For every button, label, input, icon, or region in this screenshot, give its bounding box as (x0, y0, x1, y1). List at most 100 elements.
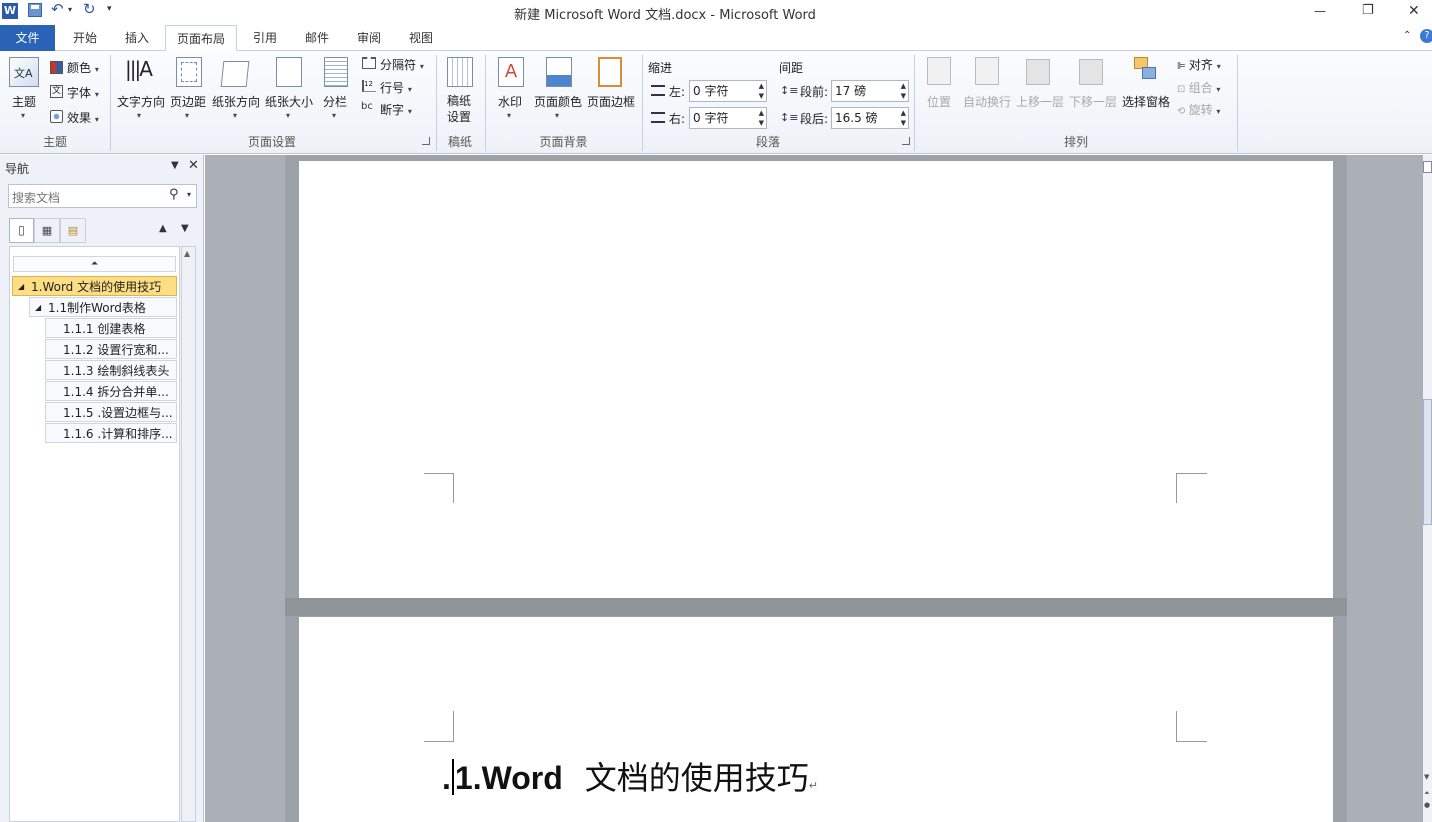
columns-dropdown-icon[interactable]: ▾ (332, 111, 336, 120)
tab-view[interactable]: 视图 (396, 25, 446, 51)
size-button[interactable]: 纸张大小 (265, 93, 313, 110)
selection-pane-button[interactable]: 选择窗格 (1122, 93, 1170, 110)
manuscript-icon (447, 57, 473, 87)
minimize-button[interactable]: — (1314, 4, 1326, 18)
bring-forward-icon (1026, 59, 1050, 85)
restore-button[interactable]: ❐ (1362, 3, 1374, 18)
undo-dropdown-icon[interactable]: ▾ (68, 5, 72, 14)
margins-dropdown-icon[interactable]: ▾ (185, 111, 189, 120)
tab-file[interactable]: 文件 (0, 25, 55, 51)
close-button[interactable]: ✕ (1408, 3, 1420, 19)
nav-tree-scrollbar[interactable]: ▲ (181, 246, 196, 822)
heading-node-1-1-4[interactable]: 1.1.4 拆分合并单... (45, 381, 177, 401)
paragraph-launcher-icon[interactable] (902, 137, 910, 145)
page-borders-button[interactable]: 页面边框 (587, 93, 635, 110)
orientation-button[interactable]: 纸张方向 (212, 93, 260, 110)
watermark-button[interactable]: 水印 (498, 93, 522, 110)
minimize-ribbon-icon[interactable]: ⌃ (1403, 30, 1411, 41)
nav-pane-title: 导航 (5, 162, 30, 176)
scroll-down-icon[interactable]: ▼ (1424, 773, 1429, 781)
word-app-icon[interactable]: W (2, 3, 18, 19)
indent-right-icon (651, 112, 665, 123)
position-button[interactable]: 位置 (927, 93, 951, 110)
document-heading[interactable]: . 1.Word 文档的使用技巧↵ (442, 753, 818, 799)
expand-triangle-icon[interactable]: ◢ (35, 298, 41, 316)
undo-icon[interactable]: ↶ (51, 0, 64, 18)
text-direction-dropdown-icon[interactable]: ▾ (137, 111, 141, 120)
indent-right-input[interactable]: 0 字符 ▲ ▼ (689, 107, 767, 129)
tab-review[interactable]: 审阅 (344, 25, 394, 51)
heading-node-1-1-1[interactable]: 1.1.1 创建表格 (45, 318, 177, 338)
effects-button[interactable]: 效果 ▾ (67, 109, 99, 126)
next-heading-icon[interactable]: ▼ (181, 223, 189, 234)
hyphenation-icon: bc (361, 101, 373, 112)
colors-button[interactable]: 颜色 ▾ (67, 59, 99, 76)
scroll-up-icon[interactable]: ▲ (184, 249, 190, 258)
heading-node-1-1-3[interactable]: 1.1.3 绘制斜线表头 (45, 360, 177, 380)
ruler-toggle-icon[interactable] (1423, 161, 1432, 173)
group-objects-button[interactable]: ⊡ 组合 ▾ (1177, 79, 1220, 96)
fonts-button[interactable]: 字体 ▾ (67, 84, 99, 101)
page-setup-launcher-icon[interactable] (422, 137, 430, 145)
heading-node-1-1-5[interactable]: 1.1.5 .设置边框与... (45, 402, 177, 422)
nav-tab-pages[interactable]: ▦ (34, 218, 60, 243)
wrap-text-button[interactable]: 自动换行 (963, 93, 1011, 110)
nav-pane-close-icon[interactable]: ✕ (188, 158, 199, 173)
size-dropdown-icon[interactable]: ▾ (286, 111, 290, 120)
expand-triangle-icon[interactable]: ◢ (18, 277, 24, 295)
themes-button[interactable]: 主题 (12, 93, 36, 110)
previous-heading-icon[interactable]: ▲ (159, 223, 167, 234)
page-color-button[interactable]: 页面颜色 (534, 93, 582, 110)
breaks-button[interactable]: 分隔符 ▾ (380, 56, 424, 73)
tab-mailings[interactable]: 邮件 (292, 25, 342, 51)
heading-node-1-1-2[interactable]: 1.1.2 设置行宽和... (45, 339, 177, 359)
spacing-after-input[interactable]: 16.5 磅 ▲ ▼ (831, 107, 909, 129)
spacing-before-input[interactable]: 17 磅 ▲ ▼ (831, 80, 909, 102)
margins-button[interactable]: 页边距 (170, 93, 206, 110)
page-1-crop-mark-left (424, 473, 454, 503)
watermark-icon: A (498, 57, 524, 87)
nav-search-input[interactable]: 搜索文档 ⚲ ▾ (8, 184, 197, 208)
redo-icon[interactable]: ↻ (83, 0, 96, 18)
rotate-button[interactable]: ⟲ 旋转 ▾ (1177, 101, 1220, 118)
save-icon[interactable] (28, 3, 42, 17)
customize-toolbar-icon[interactable]: ▾ (107, 4, 112, 14)
themes-icon[interactable]: 文A (9, 57, 39, 87)
hyphenation-button[interactable]: 断字 ▾ (380, 101, 412, 118)
scroll-thumb[interactable] (1423, 399, 1432, 525)
bring-forward-button[interactable]: 上移一层 (1016, 93, 1064, 110)
collapse-all-icon[interactable]: ⏶ (13, 256, 176, 272)
heading-node-1-1[interactable]: ◢ 1.1制作Word表格 (29, 297, 177, 317)
help-icon[interactable]: ? (1420, 29, 1432, 43)
indent-left-input[interactable]: 0 字符 ▲ ▼ (689, 80, 767, 102)
page-1[interactable] (299, 161, 1333, 598)
text-direction-button[interactable]: 文字方向 (117, 93, 165, 110)
tab-page-layout[interactable]: 页面布局 (165, 25, 237, 52)
nav-search-placeholder: 搜索文档 (12, 191, 61, 205)
selection-pane-icon (1134, 57, 1158, 85)
tab-references[interactable]: 引用 (240, 25, 290, 51)
nav-pane-menu-icon[interactable]: ▼ (171, 160, 179, 171)
browse-object-icon[interactable]: ● (1424, 801, 1430, 809)
search-dropdown-icon[interactable]: ▾ (187, 190, 191, 199)
watermark-dropdown-icon[interactable]: ▾ (507, 111, 511, 120)
tab-insert[interactable]: 插入 (112, 25, 162, 51)
nav-tab-results[interactable]: ▤ (60, 218, 86, 243)
search-icon[interactable]: ⚲ (169, 187, 179, 202)
line-numbers-button[interactable]: 行号 ▾ (380, 79, 412, 96)
align-button[interactable]: ⊫ 对齐 ▾ (1177, 56, 1221, 73)
heading-node-1-1-6[interactable]: 1.1.6 .计算和排序... (45, 423, 177, 443)
send-backward-button[interactable]: 下移一层 (1069, 93, 1117, 110)
colors-icon (50, 61, 63, 74)
page-color-dropdown-icon[interactable]: ▾ (555, 111, 559, 120)
prev-page-icon[interactable]: ⏶ (1424, 789, 1430, 798)
spacing-before-label: 段前: (800, 85, 829, 99)
vertical-scrollbar[interactable]: ▼ ⏶ ● (1423, 155, 1432, 822)
tab-home[interactable]: 开始 (60, 25, 110, 51)
columns-button[interactable]: 分栏 (323, 93, 347, 110)
heading-node-1[interactable]: ◢ 1.Word 文档的使用技巧 (12, 276, 177, 296)
manuscript-setup-button[interactable]: 稿纸 设置 (447, 93, 471, 125)
themes-dropdown-icon[interactable]: ▾ (21, 111, 25, 120)
nav-tab-headings[interactable]: ▯ (9, 218, 34, 243)
orientation-dropdown-icon[interactable]: ▾ (233, 111, 237, 120)
